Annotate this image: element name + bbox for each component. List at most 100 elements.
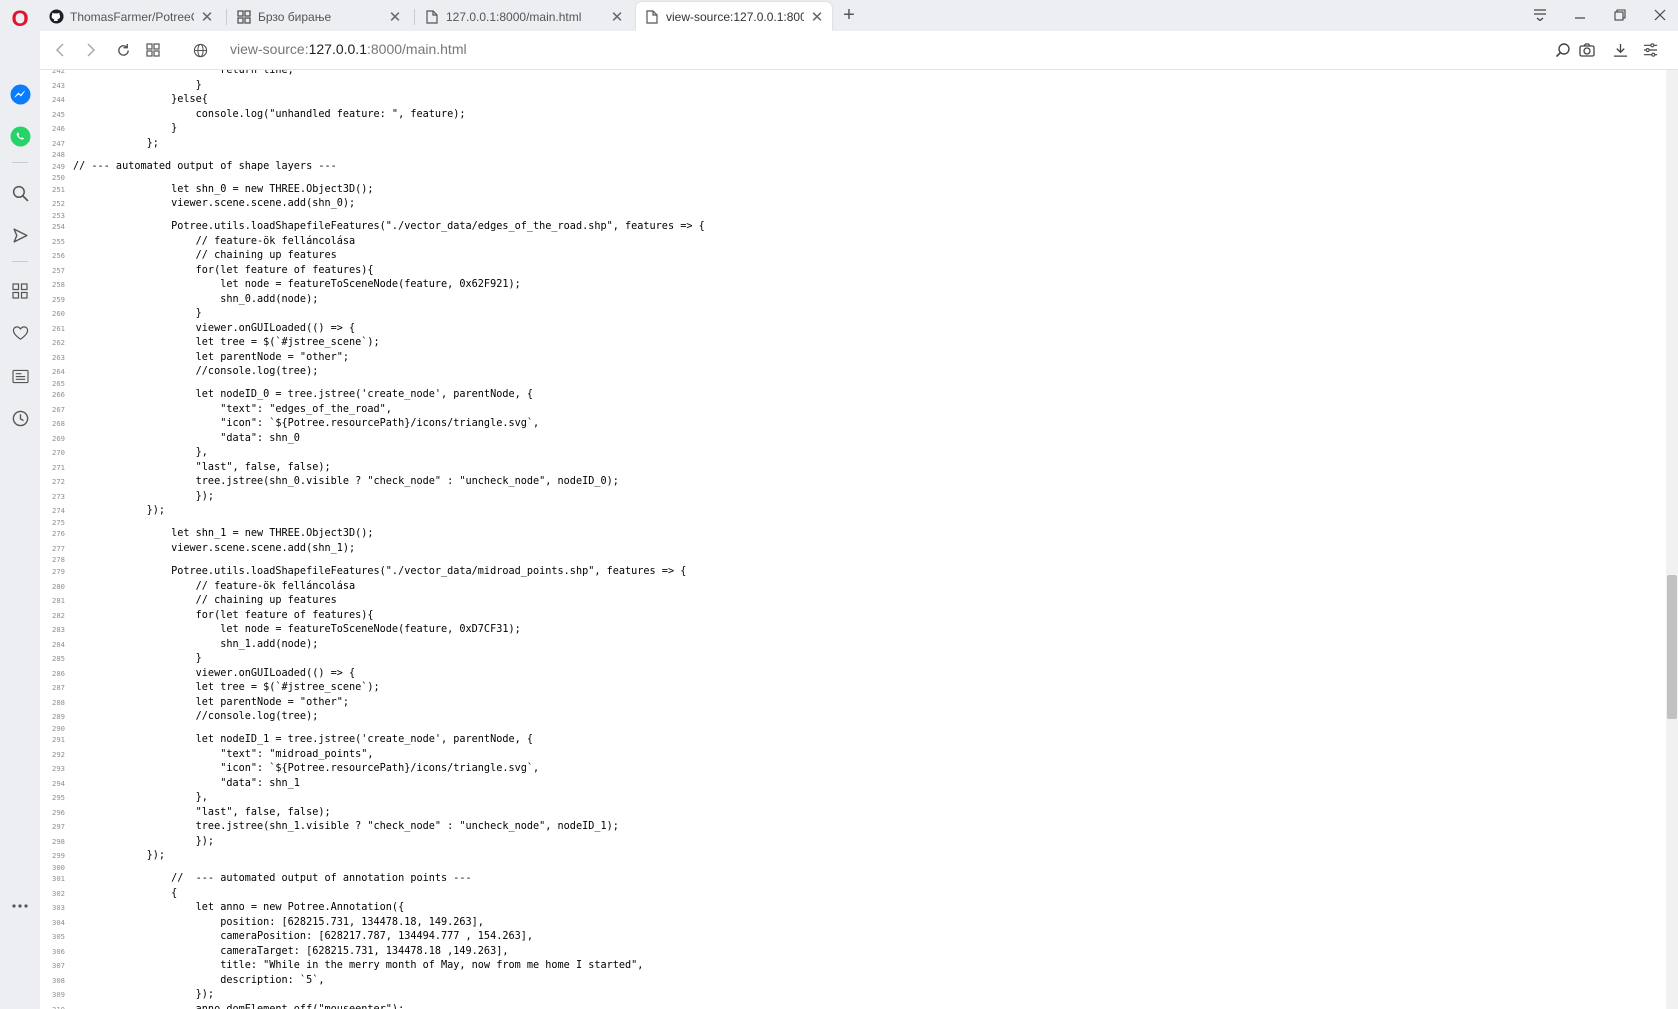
close-icon[interactable]: ✕ [200, 9, 214, 26]
send-flow-icon[interactable] [9, 224, 31, 246]
tab-view-source[interactable]: view-source:127.0.0.1:8000/ ✕ [636, 2, 832, 31]
line-number: 255 [52, 236, 65, 246]
more-options-icon[interactable] [9, 895, 31, 917]
tiles-button[interactable] [143, 40, 163, 60]
forward-button[interactable] [81, 40, 101, 60]
line-number: 302 [52, 888, 65, 898]
line-number: 269 [52, 433, 65, 443]
restore-icon[interactable] [1607, 4, 1633, 26]
source-line: 264 //console.log(tree); [40, 365, 705, 380]
download-icon[interactable] [1610, 40, 1630, 60]
sidebar-separator [12, 261, 28, 262]
line-number: 290 [52, 723, 65, 733]
tab-menu-icon[interactable] [1527, 4, 1553, 26]
source-line: 286 viewer.onGUILoaded(() => { [40, 667, 705, 682]
line-number: 307 [52, 961, 65, 971]
line-code: // chaining up features [73, 250, 337, 262]
tab-main-html[interactable]: 127.0.0.1:8000/main.html ✕ [416, 2, 632, 31]
line-code: }else{ [73, 94, 208, 105]
line-number: 259 [52, 294, 65, 304]
source-line: 300 [40, 863, 705, 873]
line-code: // feature-ök felláncolása [73, 580, 356, 592]
line-number: 291 [52, 735, 65, 745]
search-zoom-icon[interactable] [1553, 40, 1573, 60]
messenger-icon[interactable] [9, 83, 31, 105]
line-number: 297 [52, 822, 65, 832]
line-code: return line; [73, 70, 294, 76]
reload-button[interactable] [113, 40, 133, 60]
snapshot-camera-icon[interactable] [1577, 40, 1597, 60]
search-icon[interactable] [9, 182, 31, 204]
line-code: }); [73, 490, 215, 502]
close-icon[interactable]: ✕ [810, 9, 824, 26]
line-code: let tree = $(`#jstree_scene`); [73, 337, 380, 349]
line-code: let shn_0 = new THREE.Object3D(); [73, 183, 374, 195]
line-number: 280 [52, 581, 65, 591]
tab-title: view-source:127.0.0.1:8000/ [666, 9, 804, 24]
tab-speed-dial[interactable]: Брзо бирање ✕ [228, 2, 410, 31]
source-line: 269 "data": shn_0 [40, 432, 705, 447]
speed-dial-icon [236, 9, 252, 25]
url-host: 127.0.0.1 [308, 41, 367, 57]
line-number: 268 [52, 419, 65, 429]
tab-github[interactable]: ThomasFarmer/PotreeCraft ✕ [40, 2, 222, 31]
line-code: }, [73, 447, 208, 459]
source-line: 304 position: [628215.731, 134478.18, 14… [40, 916, 705, 931]
line-code: { [73, 887, 178, 899]
source-line: 246 } [40, 122, 705, 137]
line-number: 270 [52, 448, 65, 458]
line-code [73, 151, 705, 160]
close-icon[interactable]: ✕ [610, 9, 624, 26]
vertical-scrollbar[interactable] [1666, 70, 1678, 1009]
source-line: 308 description: `5`, [40, 974, 705, 989]
close-window-icon[interactable] [1647, 4, 1673, 26]
source-line: 254 Potree.utils.loadShapefileFeatures("… [40, 220, 705, 235]
address-toolbar: view-source:127.0.0.1:8000/main.html [40, 31, 1678, 70]
minimize-icon[interactable] [1567, 4, 1593, 26]
line-number: 303 [52, 903, 65, 913]
history-clock-icon[interactable] [9, 407, 31, 429]
speed-dial-icon[interactable] [9, 280, 31, 302]
easy-setup-icon[interactable] [1640, 40, 1660, 60]
address-field[interactable]: view-source:127.0.0.1:8000/main.html [230, 41, 467, 57]
tab-separator [226, 9, 227, 25]
line-number: 243 [52, 80, 65, 90]
source-line: 297 tree.jstree(shn_1.visible ? "check_n… [40, 820, 705, 835]
document-icon [424, 9, 440, 25]
new-tab-button[interactable]: + [838, 4, 860, 26]
line-code: } [73, 79, 202, 91]
site-info-icon[interactable] [190, 40, 210, 60]
line-number: 299 [52, 851, 65, 861]
source-line: 284 shn_1.add(node); [40, 638, 705, 653]
line-number: 264 [52, 367, 65, 377]
source-code-view[interactable]: 242 return line; 243 } 244 }else{245 conso… [40, 70, 1666, 1009]
line-code: tree.jstree(shn_0.visible ? "check_node"… [73, 476, 619, 488]
line-number: 287 [52, 683, 65, 693]
line-number: 288 [52, 697, 65, 707]
source-line: 307 title: "While in the merry month of … [40, 959, 705, 974]
close-icon[interactable]: ✕ [388, 9, 402, 26]
line-code: let anno = new Potree.Annotation({ [73, 902, 405, 914]
whatsapp-icon[interactable] [9, 125, 31, 147]
line-number: 251 [52, 184, 65, 194]
line-code: viewer.onGUILoaded(() => { [73, 322, 356, 334]
tab-title: Брзо бирање [258, 9, 332, 24]
line-code: shn_1.add(node); [73, 638, 319, 650]
opera-logo-icon[interactable]: O [9, 6, 31, 31]
bookmarks-heart-icon[interactable] [9, 322, 31, 344]
scrollbar-thumb[interactable] [1667, 575, 1677, 719]
line-code [73, 556, 705, 565]
back-button[interactable] [50, 40, 70, 60]
line-number: 266 [52, 390, 65, 400]
source-line: 270 }, [40, 446, 705, 461]
source-line: 287 let tree = $(`#jstree_scene`); [40, 681, 705, 696]
source-line: 263 let parentNode = "other"; [40, 351, 705, 366]
line-code: "text": "midroad_points", [73, 748, 374, 760]
line-number: 283 [52, 625, 65, 635]
line-code [73, 864, 705, 873]
sidebar [0, 31, 40, 1009]
news-icon[interactable] [9, 365, 31, 387]
source-line: 261 viewer.onGUILoaded(() => { [40, 322, 705, 337]
line-code: //console.log(tree); [73, 366, 319, 378]
source-line: 306 cameraTarget: [628215.731, 134478.18… [40, 945, 705, 960]
